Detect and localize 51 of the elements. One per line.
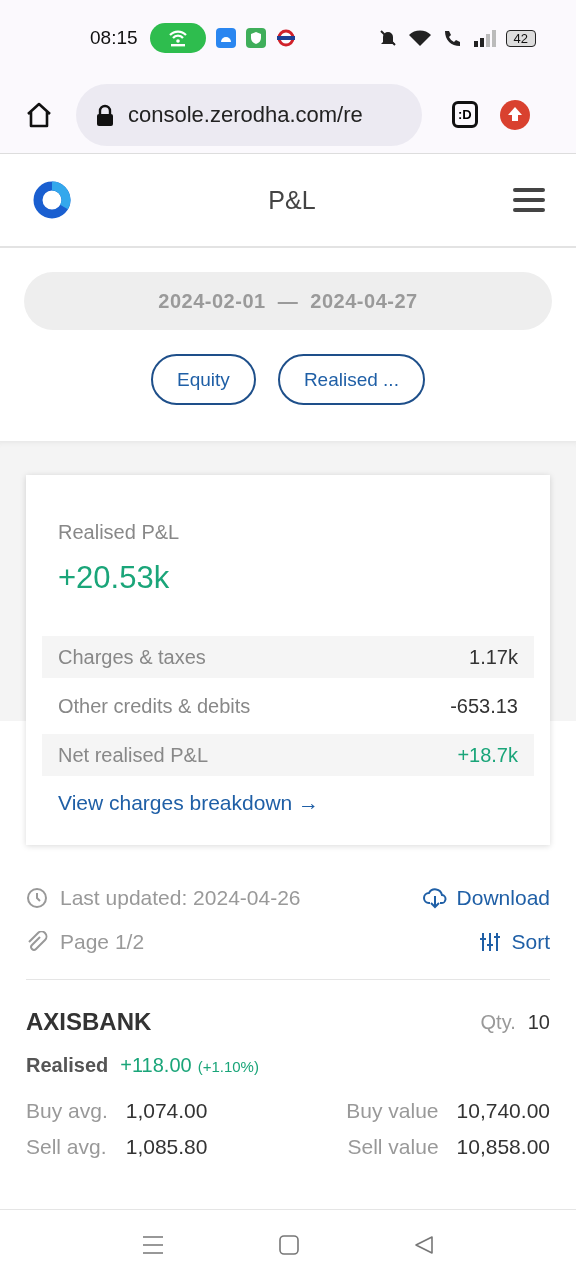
summary-value: +20.53k	[57, 560, 171, 596]
shield-icon	[245, 28, 266, 48]
row-label: Net realised P&L	[58, 743, 209, 767]
stat-label: Sell value	[346, 1135, 439, 1159]
clock-time: 08:15	[90, 27, 138, 49]
battery-indicator: 42	[505, 29, 536, 47]
last-updated-text: Last updated: 2024-04-26	[60, 886, 301, 910]
lock-icon	[96, 103, 114, 126]
cloud-download-icon	[422, 887, 447, 909]
page-title: P&L	[268, 185, 316, 215]
charges-breakdown-link[interactable]: View charges breakdown →	[42, 783, 534, 815]
stat-value: 1,074.00	[125, 1099, 209, 1123]
menu-icon[interactable]	[513, 187, 545, 213]
stat-value: 10,740.00	[456, 1099, 550, 1123]
signal-icon	[473, 29, 496, 47]
row-value: +18.7k	[457, 743, 518, 767]
stat-label: Sell avg.	[26, 1135, 108, 1159]
row-label: Other credits & debits	[58, 694, 251, 718]
summary-label: Realised P&L	[57, 521, 181, 544]
address-bar[interactable]: console.zerodha.com/re	[76, 83, 422, 146]
status-label: Realised	[26, 1054, 109, 1077]
stat-label: Buy avg.	[26, 1099, 108, 1123]
row-value: 1.17k	[469, 645, 518, 669]
page-indicator: Page 1/2	[60, 930, 145, 954]
wifi-icon	[407, 28, 432, 48]
row-label: Charges & taxes	[58, 645, 206, 669]
url-text: console.zerodha.com/re	[128, 101, 363, 128]
pnl-percent: (+1.10%)	[197, 1058, 259, 1075]
stock-symbol: AXISBANK	[26, 1008, 152, 1036]
stat-value: 10,858.00	[456, 1135, 550, 1159]
qty-label: Qty.	[480, 1010, 516, 1034]
mute-bell-icon	[377, 28, 398, 48]
back-icon[interactable]	[414, 1235, 434, 1255]
stat-label: Buy value	[346, 1099, 439, 1123]
pnl-value: +118.00	[120, 1054, 192, 1077]
roundel-icon	[275, 28, 296, 48]
row-value: -653.13	[450, 694, 518, 718]
sliders-icon	[479, 931, 502, 953]
qty-value: 10	[527, 1010, 550, 1034]
stat-value: 1,085.80	[125, 1135, 209, 1159]
hotspot-icon	[149, 23, 206, 53]
clock-icon	[26, 887, 48, 909]
home-button-icon[interactable]	[279, 1235, 299, 1255]
tab-count-button[interactable]: :D	[452, 101, 478, 128]
paperclip-icon	[26, 931, 48, 953]
sort-button[interactable]: Sort	[479, 930, 550, 954]
filter-chip[interactable]: Realised ...	[277, 354, 425, 405]
logo-icon[interactable]	[33, 181, 71, 219]
filter-chip[interactable]: Equity	[151, 354, 256, 405]
download-link[interactable]: Download	[422, 886, 550, 910]
recent-apps-icon[interactable]	[142, 1235, 164, 1255]
